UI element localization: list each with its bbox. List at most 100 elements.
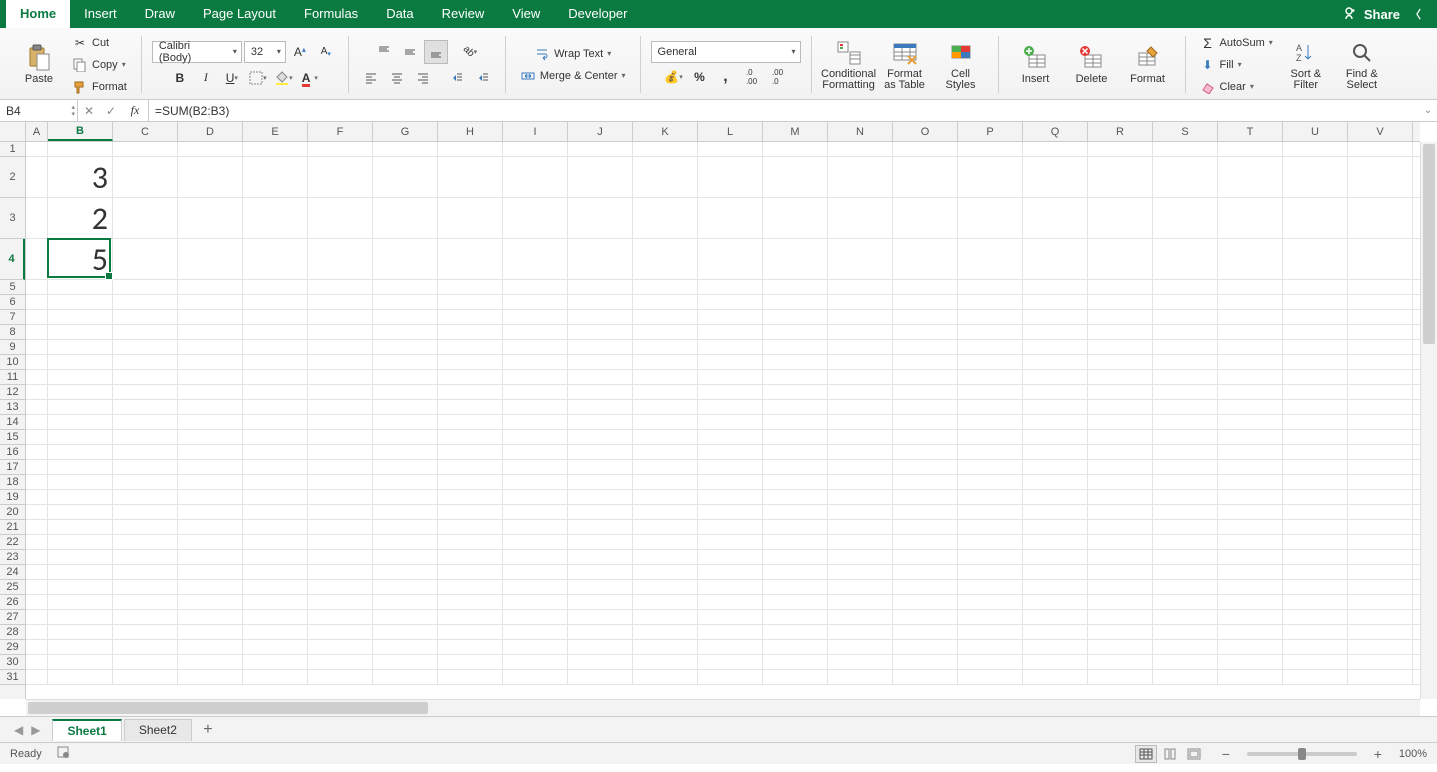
cell-Q11[interactable] [1023,370,1088,384]
cell-A13[interactable] [26,400,48,414]
cut-button[interactable]: ✂Cut [68,33,131,53]
cell-L23[interactable] [698,550,763,564]
cell-D27[interactable] [178,610,243,624]
align-middle-button[interactable] [398,40,422,64]
cell-N24[interactable] [828,565,893,579]
cell-K21[interactable] [633,520,698,534]
cell-G12[interactable] [373,385,438,399]
delete-cells-button[interactable]: Delete [1065,40,1119,89]
cell-O13[interactable] [893,400,958,414]
cell-F19[interactable] [308,490,373,504]
cell-I24[interactable] [503,565,568,579]
cell-Q20[interactable] [1023,505,1088,519]
cell-I3[interactable] [503,198,568,238]
cell-O12[interactable] [893,385,958,399]
cell-E12[interactable] [243,385,308,399]
cell-M9[interactable] [763,340,828,354]
cell-O5[interactable] [893,280,958,294]
cell-H15[interactable] [438,430,503,444]
cell-T19[interactable] [1218,490,1283,504]
cell-K24[interactable] [633,565,698,579]
cell-C6[interactable] [113,295,178,309]
cell-A10[interactable] [26,355,48,369]
cell-K7[interactable] [633,310,698,324]
increase-font-button[interactable]: A▴ [288,40,312,64]
cell-P16[interactable] [958,445,1023,459]
tab-review[interactable]: Review [428,0,499,28]
cell-E28[interactable] [243,625,308,639]
decrease-font-button[interactable]: A▾ [314,40,338,64]
cell-E17[interactable] [243,460,308,474]
cell-I4[interactable] [503,239,568,279]
cell-F3[interactable] [308,198,373,238]
cell-A26[interactable] [26,595,48,609]
cell-B26[interactable] [48,595,113,609]
cell-E16[interactable] [243,445,308,459]
cell-M15[interactable] [763,430,828,444]
cell-H24[interactable] [438,565,503,579]
cell-R31[interactable] [1088,670,1153,684]
cell-P8[interactable] [958,325,1023,339]
cell-N8[interactable] [828,325,893,339]
cell-F4[interactable] [308,239,373,279]
row-header-18[interactable]: 18 [0,475,25,490]
cell-T6[interactable] [1218,295,1283,309]
cell-L8[interactable] [698,325,763,339]
cell-I15[interactable] [503,430,568,444]
cell-E13[interactable] [243,400,308,414]
cell-B20[interactable] [48,505,113,519]
cell-F26[interactable] [308,595,373,609]
zoom-in-button[interactable]: + [1371,746,1385,762]
cell-S27[interactable] [1153,610,1218,624]
paste-button[interactable]: Paste [12,40,66,89]
autosum-button[interactable]: ΣAutoSum▾ [1196,33,1277,53]
cell-E20[interactable] [243,505,308,519]
cell-K13[interactable] [633,400,698,414]
cell-G24[interactable] [373,565,438,579]
row-header-6[interactable]: 6 [0,295,25,310]
cell-M12[interactable] [763,385,828,399]
cell-M29[interactable] [763,640,828,654]
cell-I19[interactable] [503,490,568,504]
cell-S5[interactable] [1153,280,1218,294]
cell-C9[interactable] [113,340,178,354]
add-sheet-button[interactable]: + [196,719,220,741]
row-header-20[interactable]: 20 [0,505,25,520]
cell-U23[interactable] [1283,550,1348,564]
cell-R15[interactable] [1088,430,1153,444]
cell-F13[interactable] [308,400,373,414]
cell-J1[interactable] [568,142,633,156]
cell-E6[interactable] [243,295,308,309]
cell-Q6[interactable] [1023,295,1088,309]
row-header-21[interactable]: 21 [0,520,25,535]
cell-G11[interactable] [373,370,438,384]
cell-M4[interactable] [763,239,828,279]
cell-B16[interactable] [48,445,113,459]
cell-L16[interactable] [698,445,763,459]
cell-N12[interactable] [828,385,893,399]
cell-L10[interactable] [698,355,763,369]
cell-A25[interactable] [26,580,48,594]
cell-G4[interactable] [373,239,438,279]
cell-D13[interactable] [178,400,243,414]
cell-F9[interactable] [308,340,373,354]
row-header-22[interactable]: 22 [0,535,25,550]
cell-O21[interactable] [893,520,958,534]
cell-J28[interactable] [568,625,633,639]
cell-D29[interactable] [178,640,243,654]
view-normal-button[interactable] [1135,745,1157,763]
cell-H30[interactable] [438,655,503,669]
cell-K1[interactable] [633,142,698,156]
cell-R6[interactable] [1088,295,1153,309]
cell-I25[interactable] [503,580,568,594]
cell-K18[interactable] [633,475,698,489]
cell-B23[interactable] [48,550,113,564]
cell-P10[interactable] [958,355,1023,369]
select-all-corner[interactable] [0,122,26,142]
cell-K29[interactable] [633,640,698,654]
cell-T13[interactable] [1218,400,1283,414]
cell-V23[interactable] [1348,550,1413,564]
cell-M16[interactable] [763,445,828,459]
cell-F10[interactable] [308,355,373,369]
cell-G25[interactable] [373,580,438,594]
